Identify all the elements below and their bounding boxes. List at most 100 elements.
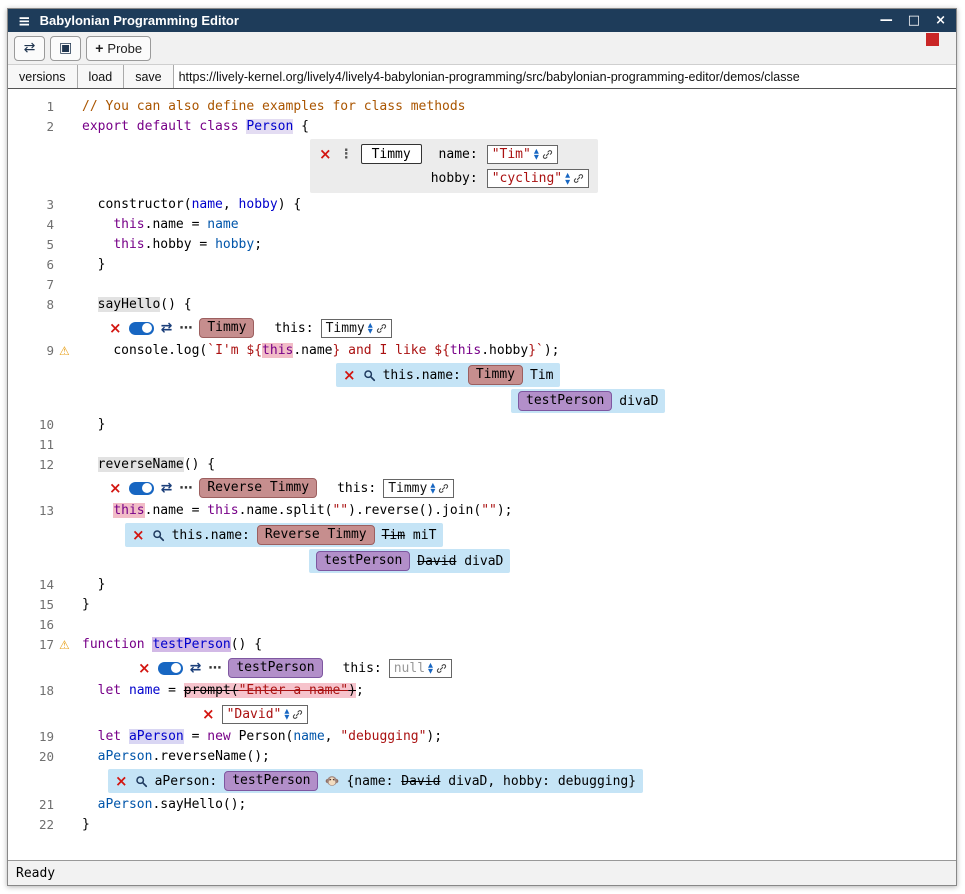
code-token: name	[207, 217, 238, 232]
code-line[interactable]: 9⚠ console.log(`I'm ${this.name} and I l…	[8, 341, 956, 361]
example-badge[interactable]: Reverse Timmy	[199, 478, 317, 498]
code-line[interactable]: 2export default class Person {	[8, 117, 956, 137]
stepper-icon[interactable]: ▲▼	[430, 482, 435, 495]
save-button[interactable]: save	[124, 65, 173, 88]
code-line[interactable]: 8 sayHello() {	[8, 295, 956, 315]
probe-value-part: Tim	[530, 368, 553, 383]
swap-icon[interactable]: ⇄	[161, 321, 173, 335]
param-value-input[interactable]: "Tim"▲▼	[487, 145, 558, 164]
activate-toggle[interactable]	[129, 322, 154, 335]
app-window: ≡ Babylonian Programming Editor — □ × ⇄ …	[7, 8, 957, 886]
warning-icon: ⚠	[59, 635, 70, 655]
code-token: );	[497, 503, 513, 518]
example-badge[interactable]: Timmy	[468, 365, 523, 385]
code-line[interactable]: 22}	[8, 815, 956, 835]
close-widget-icon[interactable]: ×	[138, 661, 151, 676]
code-line[interactable]: 21 aPerson.sayHello();	[8, 795, 956, 815]
code-line[interactable]: 15}	[8, 595, 956, 615]
code-line[interactable]: 6 }	[8, 255, 956, 275]
code-token: Person	[246, 119, 293, 134]
code-line[interactable]: 17⚠function testPerson() {	[8, 635, 956, 655]
activate-toggle[interactable]	[129, 482, 154, 495]
code-line[interactable]: 16	[8, 615, 956, 635]
code-line[interactable]: 18 let name = prompt("Enter a name");	[8, 681, 956, 701]
close-widget-icon[interactable]: ×	[115, 774, 128, 789]
example-badge[interactable]: testPerson	[228, 658, 322, 678]
this-value-select[interactable]: Timmy▲▼	[383, 479, 454, 498]
swap-icon[interactable]: ⇄	[190, 661, 202, 675]
more-options-icon[interactable]: ⋯	[179, 322, 192, 335]
line-number: 10	[8, 415, 54, 435]
minimize-button[interactable]: —	[880, 13, 893, 28]
add-probe-button[interactable]: + Probe	[86, 36, 151, 61]
code-token: name	[192, 197, 223, 212]
example-badge[interactable]: Timmy	[199, 318, 254, 338]
close-widget-icon[interactable]: ×	[319, 147, 332, 162]
code-token: export default class	[82, 119, 246, 134]
maximize-button[interactable]: □	[908, 13, 920, 28]
stepper-icon[interactable]: ▲▼	[368, 322, 373, 335]
magnifier-icon	[152, 529, 165, 542]
instance-widget: ×⇄⋯testPersonthis:null▲▼	[138, 657, 452, 679]
code-text: reverseName() {	[54, 455, 215, 475]
code-line[interactable]: 20 aPerson.reverseName();	[8, 747, 956, 767]
load-button[interactable]: load	[78, 65, 125, 88]
close-widget-icon[interactable]: ×	[343, 368, 356, 383]
code-line[interactable]: 1// You can also define examples for cla…	[8, 97, 956, 117]
code-editor[interactable]: 1// You can also define examples for cla…	[8, 89, 956, 860]
stepper-icon[interactable]: ▲▼	[428, 662, 433, 675]
activate-toggle[interactable]	[158, 662, 183, 675]
widget-line: ×this.name:Reverse TimmyTim miT	[8, 523, 956, 547]
inspect-frame-button[interactable]: ▣	[50, 36, 81, 61]
more-options-icon[interactable]: ⋯	[208, 662, 221, 675]
example-name-button[interactable]: Timmy	[361, 144, 422, 164]
close-widget-icon[interactable]: ×	[109, 321, 122, 336]
code-line[interactable]: 11	[8, 435, 956, 455]
this-value-select[interactable]: Timmy▲▼	[321, 319, 392, 338]
code-token: .name	[293, 343, 332, 358]
stepper-icon[interactable]: ▲▼	[534, 148, 539, 161]
close-button[interactable]: ×	[935, 13, 946, 28]
probe-value-part: divaD, hobby: debugging}	[440, 774, 636, 789]
code-token: constructor(	[82, 197, 192, 212]
replacement-value-input[interactable]: "David"▲▼	[222, 705, 309, 724]
code-line[interactable]: 19 let aPerson = new Person(name, "debug…	[8, 727, 956, 747]
line-number: 7	[8, 275, 54, 295]
stepper-icon[interactable]: ▲▼	[565, 172, 570, 185]
code-line[interactable]: 5 this.hobby = hobby;	[8, 235, 956, 255]
widget-line: testPersonDavid divaD	[8, 549, 956, 573]
code-line[interactable]: 4 this.name = name	[8, 215, 956, 235]
close-widget-icon[interactable]: ×	[132, 528, 145, 543]
line-number: 15	[8, 595, 54, 615]
example-badge[interactable]: testPerson	[224, 771, 318, 791]
line-number: 6	[8, 255, 54, 275]
swap-connection-button[interactable]: ⇄	[14, 36, 45, 61]
close-widget-icon[interactable]: ×	[202, 707, 215, 722]
code-token: this	[450, 343, 481, 358]
example-badge[interactable]: testPerson	[316, 551, 410, 571]
versions-button[interactable]: versions	[8, 65, 78, 88]
code-line[interactable]: 14 }	[8, 575, 956, 595]
stepper-icon[interactable]: ▲▼	[284, 708, 289, 721]
example-badge[interactable]: testPerson	[518, 391, 612, 411]
code-token: .reverseName();	[152, 749, 269, 764]
probe-widget-row: ×this.name:Reverse TimmyTim miT	[125, 523, 443, 547]
drag-handle-icon[interactable]: ⋮	[340, 148, 353, 161]
more-options-icon[interactable]: ⋯	[179, 482, 192, 495]
code-line[interactable]: 13 this.name = this.name.split("").rever…	[8, 501, 956, 521]
url-input[interactable]	[174, 65, 956, 88]
code-line[interactable]: 12 reverseName() {	[8, 455, 956, 475]
this-value-select[interactable]: null▲▼	[389, 659, 452, 678]
param-value-input[interactable]: "cycling"▲▼	[487, 169, 589, 188]
swap-icon[interactable]: ⇄	[161, 481, 173, 495]
code-text: }	[54, 255, 105, 275]
code-line[interactable]: 7	[8, 275, 956, 295]
code-line[interactable]: 3 constructor(name, hobby) {	[8, 195, 956, 215]
code-line[interactable]: 10 }	[8, 415, 956, 435]
close-widget-icon[interactable]: ×	[109, 481, 122, 496]
code-token: aPerson	[129, 729, 184, 744]
menu-icon[interactable]: ≡	[18, 12, 31, 30]
probe-expression: aPerson:	[155, 774, 218, 789]
example-badge[interactable]: Reverse Timmy	[257, 525, 375, 545]
link-icon	[438, 483, 449, 494]
